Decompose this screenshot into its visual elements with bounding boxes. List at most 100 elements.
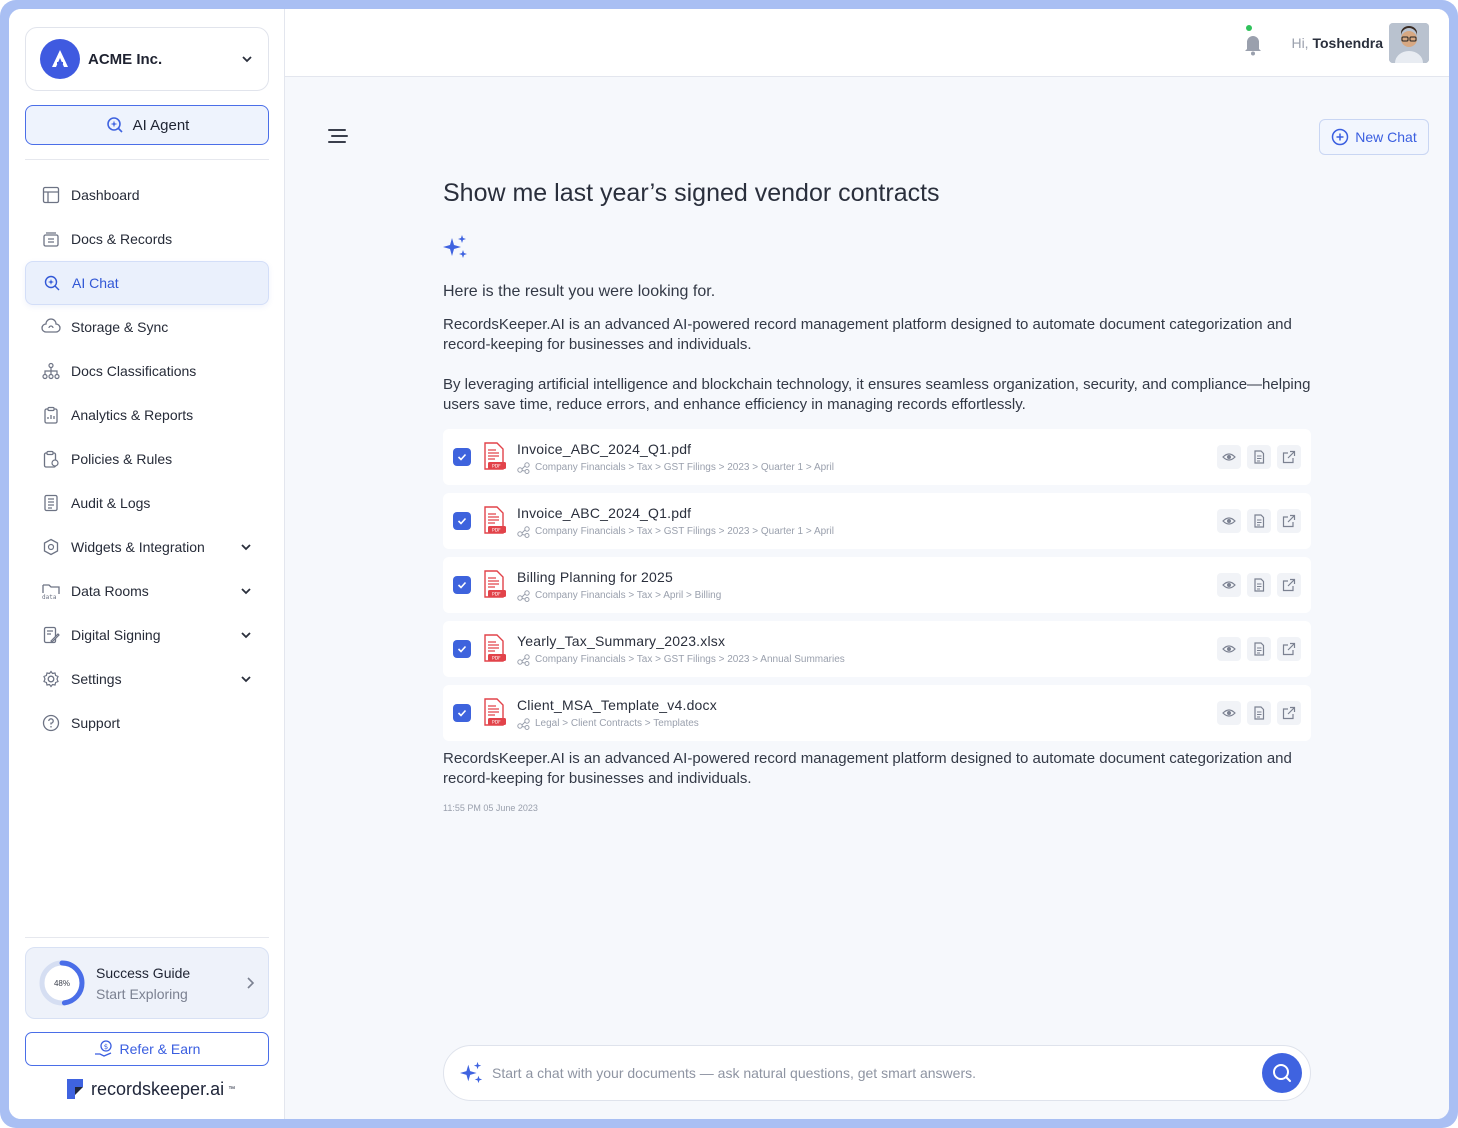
document-icon [1254,450,1265,464]
file-row[interactable]: PDF Billing Planning for 2025 Company Fi… [443,557,1311,613]
sidebar-divider-bottom [25,937,269,938]
chevron-down-icon[interactable] [239,628,253,642]
open-external-button[interactable] [1277,445,1301,469]
chat-input[interactable] [492,1065,1262,1081]
sidebar-item-label: Audit & Logs [71,495,151,511]
view-button[interactable] [1217,509,1241,533]
sidebar-item-docs-classifications[interactable]: Docs Classifications [25,349,269,393]
search-submit-button[interactable] [1262,1053,1302,1093]
view-button[interactable] [1217,573,1241,597]
file-row[interactable]: PDF Yearly_Tax_Summary_2023.xlsx Company… [443,621,1311,677]
file-row[interactable]: PDF Invoice_ABC_2024_Q1.pdf Company Fina… [443,493,1311,549]
sidebar-item-data-rooms[interactable]: data Data Rooms [25,569,269,613]
checkbox[interactable] [453,576,471,594]
file-path: Company Financials > Tax > GST Filings >… [517,461,1217,474]
sidebar-item-audit-logs[interactable]: Audit & Logs [25,481,269,525]
chevron-down-icon[interactable] [239,584,253,598]
signing-icon [41,625,61,645]
svg-text:PDF: PDF [492,592,501,598]
hierarchy-icon [41,361,61,381]
file-row[interactable]: PDF Client_MSA_Template_v4.docx Legal > … [443,685,1311,741]
chevron-down-icon[interactable] [239,672,253,686]
sidebar-item-docs-records[interactable]: Docs & Records [25,217,269,261]
avatar[interactable] [1389,23,1429,63]
user-name: Toshendra [1312,35,1383,51]
sidebar-item-analytics-reports[interactable]: Analytics & Reports [25,393,269,437]
sidebar-item-policies-rules[interactable]: Policies & Rules [25,437,269,481]
sidebar-item-support[interactable]: Support [25,701,269,745]
sidebar-item-storage-sync[interactable]: Storage & Sync [25,305,269,349]
pdf-file-icon: PDF [484,634,506,662]
ai-agent-button[interactable]: AI Agent [25,105,269,145]
checkbox[interactable] [453,512,471,530]
menu-icon[interactable] [327,127,349,145]
file-row[interactable]: PDF Invoice_ABC_2024_Q1.pdf Company Fina… [443,429,1311,485]
chat-input-bar [443,1045,1311,1101]
details-button[interactable] [1247,701,1271,725]
user-question: Show me last year’s signed vendor contra… [443,179,940,207]
file-path: Company Financials > Tax > April > Billi… [517,589,1217,602]
open-external-button[interactable] [1277,509,1301,533]
external-link-icon [1282,450,1296,464]
path-tree-icon [517,653,530,666]
details-button[interactable] [1247,445,1271,469]
open-external-button[interactable] [1277,701,1301,725]
details-button[interactable] [1247,573,1271,597]
list-icon [41,493,61,513]
app-frame: ACME Inc. AI Agent Dashboard Docs & Reco… [0,0,1458,1128]
refer-earn-button[interactable]: $ Refer & Earn [25,1032,269,1066]
file-name[interactable]: Yearly_Tax_Summary_2023.xlsx [517,633,1217,649]
path-tree-icon [517,461,530,474]
answer-paragraph: RecordsKeeper.AI is an advanced AI-power… [443,316,1292,353]
svg-text:$: $ [103,1043,107,1051]
coin-hand-icon: $ [94,1040,112,1057]
search-icon [1273,1064,1291,1082]
path-tree-icon [517,717,530,730]
check-icon [457,581,467,589]
view-button[interactable] [1217,701,1241,725]
answer-paragraph: RecordsKeeper.AI is an advanced AI-power… [443,750,1292,787]
sidebar-item-settings[interactable]: Settings [25,657,269,701]
chevron-right-icon[interactable] [244,976,256,990]
progress-ring: 48% [38,959,86,1007]
file-path: Company Financials > Tax > GST Filings >… [517,653,1217,666]
main-area: Hi, Toshendra New Chat Show me last year… [285,9,1449,1119]
external-link-icon [1282,514,1296,528]
sidebar-item-label: Digital Signing [71,627,161,643]
pdf-file-icon: PDF [484,570,506,598]
checkbox[interactable] [453,704,471,722]
bell-icon[interactable] [1241,31,1265,57]
sidebar-item-digital-signing[interactable]: Digital Signing [25,613,269,657]
checkbox[interactable] [453,448,471,466]
new-chat-button[interactable]: New Chat [1319,119,1429,155]
org-switcher[interactable]: ACME Inc. [25,27,269,91]
details-button[interactable] [1247,509,1271,533]
file-name[interactable]: Invoice_ABC_2024_Q1.pdf [517,505,1217,521]
sidebar-item-widgets-integration[interactable]: Widgets & Integration [25,525,269,569]
success-guide-card[interactable]: 48% Success Guide Start Exploring [25,947,269,1019]
file-name[interactable]: Client_MSA_Template_v4.docx [517,697,1217,713]
eye-icon [1222,517,1236,525]
pdf-file-icon: PDF [484,442,506,470]
open-external-button[interactable] [1277,573,1301,597]
chevron-down-icon[interactable] [239,540,253,554]
dashboard-icon [41,185,61,205]
view-button[interactable] [1217,445,1241,469]
checkbox[interactable] [453,640,471,658]
chevron-down-icon[interactable] [240,52,254,66]
sidebar-item-dashboard[interactable]: Dashboard [25,173,269,217]
file-path: Legal > Client Contracts > Templates [517,717,1217,730]
file-name[interactable]: Invoice_ABC_2024_Q1.pdf [517,441,1217,457]
eye-icon [1222,709,1236,717]
pdf-file-icon: PDF [484,698,506,726]
details-button[interactable] [1247,637,1271,661]
ai-agent-icon [106,117,123,133]
view-button[interactable] [1217,637,1241,661]
sidebar-item-ai-chat[interactable]: AI Chat [25,261,269,305]
sidebar-nav: Dashboard Docs & Records AI Chat Storage… [25,173,269,745]
open-external-button[interactable] [1277,637,1301,661]
guide-subtitle: Start Exploring [96,985,188,1002]
brand-tm: ™ [228,1085,236,1093]
file-name[interactable]: Billing Planning for 2025 [517,569,1217,585]
svg-text:PDF: PDF [492,528,501,534]
